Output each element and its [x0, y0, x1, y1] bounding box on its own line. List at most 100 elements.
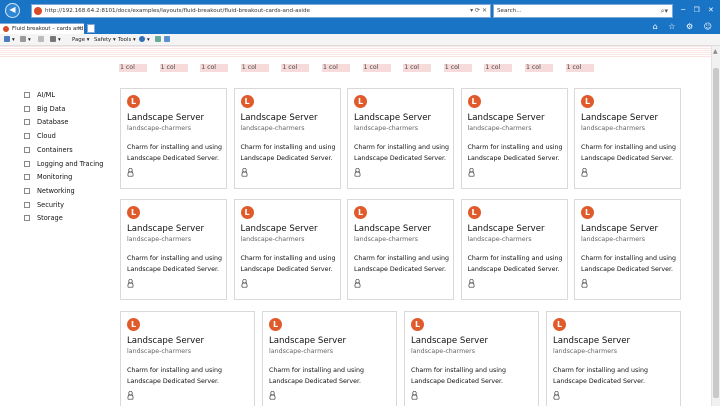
help-icon[interactable]: ▾ [139, 34, 150, 46]
tab-close-icon[interactable]: ✕ [77, 24, 82, 34]
col-label: 1 col [484, 64, 513, 72]
charm-card[interactable]: L Landscape Server landscape-charmers Charm… [120, 199, 227, 300]
command-toolbar: ▾ ▾ ▾ Page ▾ Safety ▾ Tools ▾ ▾ [0, 34, 720, 46]
window-controls[interactable]: ─ ❐ ✕ [681, 4, 717, 16]
charm-card[interactable]: L Landscape Server landscape-charmers Charm… [460, 199, 568, 300]
scroll-up-icon[interactable]: ▲ [713, 48, 718, 55]
filter-label: Database [37, 118, 69, 127]
col-label: 1 col [281, 64, 310, 72]
card-title[interactable]: Landscape Server [127, 113, 204, 124]
address-bar[interactable]: http://192.168.64.2:8101/docs/examples/l… [31, 4, 491, 18]
charm-card[interactable]: L Landscape Server landscape-charmers Charm… [347, 88, 454, 189]
refresh-icon[interactable]: ▾ ⟳ ✕ [470, 5, 487, 17]
scroll-thumb[interactable] [713, 68, 719, 398]
filter-checkbox[interactable] [24, 160, 30, 167]
charm-card[interactable]: L Landscape Server landscape-charmers Charm… [546, 311, 681, 406]
card-title[interactable]: Landscape Server [468, 224, 545, 235]
search-box[interactable]: Search... ⌕▾ [493, 4, 673, 18]
col-label: 1 col [403, 64, 432, 72]
browser-tab[interactable]: Fluid breakout – cards and ... ✕ [0, 23, 90, 34]
card-publisher: landscape-charmers [467, 125, 532, 132]
charm-card[interactable]: L Landscape Server landscape-charmers Charm… [262, 311, 397, 406]
tab-strip: Fluid breakout – cards and ... ✕ ⌂ ☆ ⚙ ☺ [0, 21, 720, 34]
filter-label: AI/ML [37, 91, 56, 99]
landscape-logo-icon: L [240, 206, 254, 219]
filter-checkbox[interactable] [24, 119, 30, 126]
filter-label: Storage [37, 214, 63, 223]
feeds-icon[interactable]: ▾ [20, 34, 31, 46]
landscape-logo-icon: L [127, 95, 140, 108]
charm-card[interactable]: L Landscape Server landscape-charmers Charm… [347, 199, 454, 300]
linux-icon [127, 390, 134, 403]
linux-icon [468, 278, 475, 291]
charm-card[interactable]: L Landscape Server landscape-charmers Charm… [120, 88, 227, 189]
card-description: Charm for installing and using Landscape… [354, 144, 449, 162]
charm-card[interactable]: L Landscape Server landscape-charmers Charm… [233, 88, 341, 189]
research-icon[interactable] [155, 34, 163, 46]
card-title[interactable]: Landscape Server [553, 336, 630, 347]
charm-card[interactable]: L Landscape Server landscape-charmers Charm… [460, 88, 568, 189]
search-icon[interactable]: ⌕▾ [661, 5, 668, 17]
col-label: 1 col [240, 64, 269, 72]
filter-checkbox[interactable] [24, 174, 30, 181]
card-publisher: landscape-charmers [127, 236, 192, 243]
grid-overlay-stripe [0, 46, 711, 57]
card-title[interactable]: Landscape Server [241, 224, 318, 235]
search-input[interactable]: Search... [497, 5, 522, 17]
charm-card[interactable]: L Landscape Server landscape-charmers Charm… [404, 311, 539, 406]
new-tab-button[interactable] [87, 24, 95, 33]
filter-label: Security [37, 200, 65, 209]
home-icon[interactable]: ▾ [4, 34, 15, 46]
card-title[interactable]: Landscape Server [581, 113, 658, 124]
charm-card[interactable]: L Landscape Server landscape-charmers Charm… [574, 88, 681, 189]
card-description: Charm for installing and using Landscape… [553, 367, 648, 385]
card-description: Charm for installing and using Landscape… [240, 144, 336, 162]
extra-icon[interactable] [164, 34, 172, 46]
filter-label: Networking [37, 186, 75, 195]
card-title[interactable]: Landscape Server [354, 224, 431, 235]
linux-icon [127, 167, 134, 180]
mail-icon[interactable] [38, 34, 46, 46]
card-publisher: landscape-charmers [581, 125, 646, 132]
card-title[interactable]: Landscape Server [411, 336, 488, 347]
safety-menu[interactable]: Safety ▾ [94, 34, 116, 46]
card-publisher: landscape-charmers [553, 348, 618, 355]
site-icon [34, 7, 42, 15]
tools-menu[interactable]: Tools ▾ [118, 34, 136, 46]
card-title[interactable]: Landscape Server [127, 224, 204, 235]
filter-checkbox[interactable] [24, 105, 30, 112]
card-description: Charm for installing and using Landscape… [269, 367, 364, 385]
card-publisher: landscape-charmers [240, 236, 305, 243]
landscape-logo-icon: L [411, 318, 424, 331]
filter-checkbox[interactable] [24, 187, 30, 194]
landscape-logo-icon: L [354, 95, 367, 108]
page-viewport: 1 col 1 col 1 col 1 col 1 col 1 col 1 col 1 col… [0, 46, 711, 406]
filter-checkbox[interactable] [24, 92, 30, 98]
back-button[interactable]: ◀ [5, 3, 20, 18]
col-label: 1 col [362, 64, 391, 72]
page-menu[interactable]: Page ▾ [72, 34, 89, 46]
linux-icon [269, 390, 276, 403]
filter-checkbox[interactable] [24, 133, 30, 140]
charm-card[interactable]: L Landscape Server landscape-charmers Charm… [233, 199, 341, 300]
filter-checkbox[interactable] [24, 215, 30, 222]
card-title[interactable]: Landscape Server [269, 336, 346, 347]
card-description: Charm for installing and using Landscape… [127, 144, 222, 162]
charm-card[interactable]: L Landscape Server landscape-charmers Charm… [574, 199, 681, 300]
browser-right-icons[interactable]: ⌂ ☆ ⚙ ☺ [653, 22, 716, 31]
vertical-scrollbar[interactable]: ▲ [711, 46, 720, 406]
card-publisher: landscape-charmers [354, 236, 419, 243]
filter-checkbox[interactable] [24, 146, 30, 153]
card-title[interactable]: Landscape Server [127, 336, 204, 347]
address-url[interactable]: http://192.168.64.2:8101/docs/examples/l… [45, 5, 310, 17]
col-label: 1 col [159, 64, 188, 72]
card-title[interactable]: Landscape Server [468, 113, 545, 124]
linux-icon [553, 390, 560, 403]
card-title[interactable]: Landscape Server [241, 113, 318, 124]
print-icon[interactable]: ▾ [50, 34, 61, 46]
card-title[interactable]: Landscape Server [581, 224, 658, 235]
filter-label: Cloud [37, 132, 56, 141]
filter-checkbox[interactable] [24, 201, 30, 208]
charm-card[interactable]: L Landscape Server landscape-charmers Charm… [120, 311, 255, 406]
card-title[interactable]: Landscape Server [354, 113, 431, 124]
